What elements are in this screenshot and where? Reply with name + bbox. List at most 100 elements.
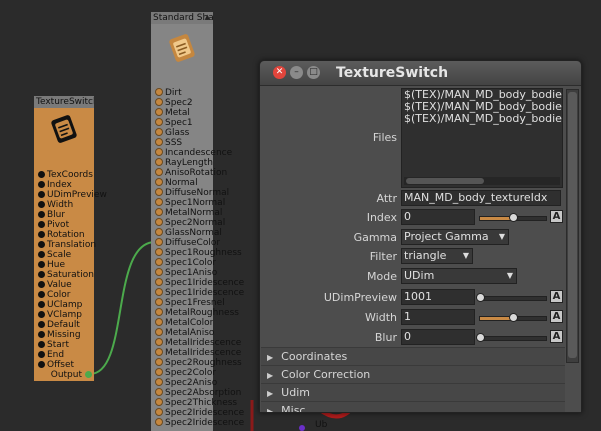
port-connector-icon[interactable] — [38, 291, 45, 298]
port-connector-icon[interactable] — [155, 348, 163, 356]
port-connector-icon[interactable] — [155, 178, 163, 186]
port-connector-icon[interactable] — [155, 388, 163, 396]
input-port[interactable]: Spec1Aniso — [155, 268, 217, 278]
port-connector-icon[interactable] — [155, 248, 163, 256]
port-connector-icon[interactable] — [155, 188, 163, 196]
port-connector-icon[interactable] — [155, 118, 163, 126]
scrollbar-thumb[interactable] — [568, 92, 577, 358]
port-connector-icon[interactable] — [155, 158, 163, 166]
input-port[interactable]: DiffuseColor — [155, 238, 220, 248]
input-port[interactable]: Default — [38, 320, 80, 330]
section-misc[interactable]: ▶ Misc — [261, 401, 565, 412]
input-port[interactable]: AnisoRotation — [155, 168, 227, 178]
input-port[interactable]: Incandescence — [155, 148, 232, 158]
input-port[interactable]: UClamp — [38, 300, 82, 310]
udim-preview-animate-button[interactable]: A — [550, 290, 563, 303]
section-color-correction[interactable]: ▶ Color Correction — [261, 365, 565, 383]
input-port[interactable]: Spec1Normal — [155, 198, 225, 208]
port-connector-icon[interactable] — [38, 171, 45, 178]
port-connector-icon[interactable] — [38, 361, 45, 368]
input-port[interactable]: Value — [38, 280, 72, 290]
port-connector-icon[interactable] — [155, 358, 163, 366]
port-connector-icon[interactable] — [38, 221, 45, 228]
port-connector-icon[interactable] — [155, 238, 163, 246]
port-connector-icon[interactable] — [155, 208, 163, 216]
input-port[interactable]: Spec1 — [155, 118, 193, 128]
blur-slider[interactable] — [476, 333, 547, 342]
port-connector-icon[interactable] — [155, 308, 163, 316]
input-port[interactable]: Spec2Absorption — [155, 388, 241, 398]
input-port[interactable]: Color — [38, 290, 71, 300]
udim-preview-slider[interactable] — [476, 293, 547, 302]
port-connector-icon[interactable] — [155, 338, 163, 346]
input-port[interactable]: Pivot — [38, 220, 69, 230]
input-port[interactable]: Saturation — [38, 270, 94, 280]
dialog-vertical-scrollbar[interactable] — [566, 89, 579, 363]
input-port[interactable]: Spec2Normal — [155, 218, 225, 228]
port-connector-icon[interactable] — [38, 251, 45, 258]
attr-field[interactable]: MAN_MD_body_textureIdx — [401, 190, 561, 206]
port-connector-icon[interactable] — [155, 368, 163, 376]
maximize-icon[interactable]: □ — [307, 66, 320, 79]
blur-field[interactable]: 0 — [401, 329, 475, 345]
port-connector-icon[interactable] — [38, 341, 45, 348]
gamma-dropdown[interactable]: Project Gamma ▼ — [401, 229, 509, 245]
input-port[interactable]: Spec1Iridescence — [155, 288, 244, 298]
port-connector-icon[interactable] — [38, 231, 45, 238]
input-port[interactable]: Dirt — [155, 88, 182, 98]
port-connector-icon[interactable] — [155, 228, 163, 236]
input-port[interactable]: MetalNormal — [155, 208, 222, 218]
input-port[interactable]: Spec2Iridescence — [155, 408, 244, 418]
input-port[interactable]: GlassNormal — [155, 228, 222, 238]
dialog-titlebar[interactable]: ✕ – □ TextureSwitch — [260, 61, 581, 86]
port-connector-icon[interactable] — [155, 408, 163, 416]
port-connector-icon[interactable] — [155, 378, 163, 386]
port-connector-icon[interactable] — [155, 268, 163, 276]
index-slider[interactable] — [479, 213, 547, 222]
input-port[interactable]: RayLength — [155, 158, 213, 168]
close-icon[interactable]: ✕ — [273, 66, 286, 79]
input-port[interactable]: Rotation — [38, 230, 85, 240]
input-port[interactable]: Spec2Thickness — [155, 398, 237, 408]
port-connector-icon[interactable] — [38, 321, 45, 328]
port-connector-icon[interactable] — [155, 108, 163, 116]
width-field[interactable]: 1 — [401, 309, 475, 325]
input-port[interactable]: VClamp — [38, 310, 82, 320]
port-connector-icon[interactable] — [155, 128, 163, 136]
section-udim[interactable]: ▶ Udim — [261, 383, 565, 401]
port-connector-icon[interactable] — [155, 138, 163, 146]
port-connector-icon[interactable] — [38, 241, 45, 248]
input-port[interactable]: Blur — [38, 210, 65, 220]
mode-dropdown[interactable]: UDim ▼ — [401, 268, 517, 284]
port-connector-icon[interactable] — [38, 191, 45, 198]
slider-knob[interactable] — [509, 213, 518, 222]
port-connector-icon[interactable] — [38, 351, 45, 358]
width-animate-button[interactable]: A — [550, 310, 563, 323]
input-port[interactable]: Spec1Iridescence — [155, 278, 244, 288]
slider-knob[interactable] — [509, 313, 518, 322]
input-port[interactable]: Spec1Roughness — [155, 248, 242, 258]
port-connector-icon[interactable] — [155, 198, 163, 206]
input-port[interactable]: Translation — [38, 240, 96, 250]
input-port[interactable]: Scale — [38, 250, 71, 260]
input-port[interactable]: Index — [38, 180, 72, 190]
slider-knob[interactable] — [476, 293, 485, 302]
input-port[interactable]: MetalIridescence — [155, 348, 241, 358]
input-port[interactable]: MetalColor — [155, 318, 213, 328]
input-port[interactable]: UDimPreview — [38, 190, 107, 200]
port-connector-icon[interactable] — [155, 258, 163, 266]
file-entry[interactable]: $(TEX)/MAN_MD_body_bodie — [402, 89, 562, 101]
filter-dropdown[interactable]: triangle ▼ — [401, 248, 473, 264]
input-port[interactable]: Spec2Color — [155, 368, 216, 378]
input-port[interactable]: Spec1Fresnel — [155, 298, 225, 308]
input-port[interactable]: SSS — [155, 138, 182, 148]
input-port[interactable]: Missing — [38, 330, 81, 340]
port-connector-icon[interactable] — [155, 398, 163, 406]
standard-shader-node[interactable]: Standard Shader ▲ DirtSpec2MetalSpec1Gla… — [151, 12, 244, 431]
input-port[interactable]: Spec2 — [155, 98, 193, 108]
texture-switch-dialog[interactable]: ✕ – □ TextureSwitch Files $(TEX)/MAN_MD_… — [259, 60, 582, 413]
input-port[interactable]: Glass — [155, 128, 189, 138]
port-connector-icon[interactable] — [38, 281, 45, 288]
port-connector-icon[interactable] — [38, 211, 45, 218]
port-connector-icon[interactable] — [38, 201, 45, 208]
